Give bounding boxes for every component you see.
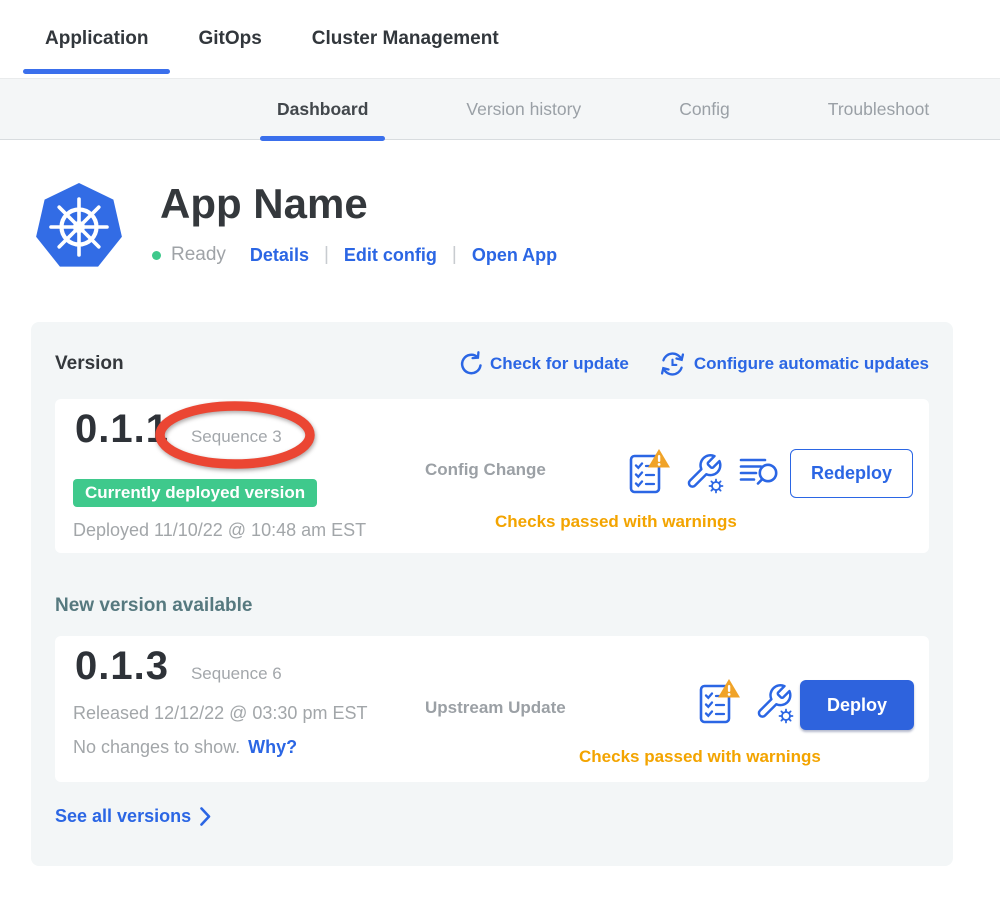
no-changes-row: No changes to show. Why? bbox=[73, 737, 297, 758]
preflight-checks-warning-icon[interactable] bbox=[627, 448, 671, 496]
preflight-status-text: Checks passed with warnings bbox=[579, 747, 821, 767]
nav-item-cluster-management[interactable]: Cluster Management bbox=[290, 0, 521, 78]
tab-config[interactable]: Config bbox=[662, 78, 747, 140]
no-changes-text: No changes to show. bbox=[73, 737, 240, 758]
current-version-row: 0.1.1 Sequence 3 bbox=[75, 407, 282, 452]
currently-deployed-badge: Currently deployed version bbox=[73, 479, 317, 507]
nav-item-label: GitOps bbox=[198, 28, 261, 50]
edit-config-wrench-icon[interactable] bbox=[682, 448, 728, 496]
preflight-checks-warning-icon[interactable] bbox=[697, 678, 741, 726]
details-link[interactable]: Details bbox=[250, 245, 309, 266]
edit-config-wrench-icon[interactable] bbox=[752, 678, 798, 726]
link-divider: | bbox=[324, 244, 329, 266]
current-version-card: 0.1.1 Sequence 3 Currently deployed vers… bbox=[55, 399, 929, 553]
current-version-sequence: Sequence 3 bbox=[191, 427, 282, 447]
tab-label: Troubleshoot bbox=[828, 99, 930, 120]
why-link[interactable]: Why? bbox=[248, 737, 297, 758]
primary-nav: Application GitOps Cluster Management bbox=[0, 0, 1000, 78]
available-version-row: 0.1.3 Sequence 6 bbox=[75, 644, 282, 689]
nav-item-gitops[interactable]: GitOps bbox=[176, 0, 283, 78]
chevron-right-icon bbox=[200, 807, 211, 826]
tab-version-history[interactable]: Version history bbox=[449, 78, 598, 140]
tab-troubleshoot[interactable]: Troubleshoot bbox=[811, 78, 947, 140]
release-action-icons bbox=[697, 678, 798, 726]
active-tab-underline bbox=[260, 136, 385, 141]
configure-automatic-updates-link[interactable]: Configure automatic updates bbox=[659, 350, 929, 378]
edit-config-link[interactable]: Edit config bbox=[344, 245, 437, 266]
redeploy-button[interactable]: Redeploy bbox=[790, 449, 913, 498]
status-text: Ready bbox=[171, 244, 226, 266]
deployed-timestamp: Deployed 11/10/22 @ 10:48 am EST bbox=[73, 520, 366, 541]
version-heading: Version bbox=[55, 353, 124, 375]
open-app-link[interactable]: Open App bbox=[472, 245, 557, 266]
configure-automatic-updates-label: Configure automatic updates bbox=[694, 354, 929, 374]
nav-item-application[interactable]: Application bbox=[23, 0, 170, 78]
tab-label: Version history bbox=[466, 99, 581, 120]
refresh-icon bbox=[457, 351, 482, 377]
tab-label: Dashboard bbox=[277, 99, 368, 120]
check-for-update-label: Check for update bbox=[490, 354, 629, 374]
new-version-available-heading: New version available bbox=[55, 595, 929, 617]
preflight-status-text: Checks passed with warnings bbox=[495, 512, 737, 532]
app-sub-nav: Dashboard Version history Config Trouble… bbox=[0, 78, 1000, 140]
active-tab-underline bbox=[23, 69, 170, 74]
auto-update-clock-icon bbox=[659, 350, 686, 378]
nav-item-label: Cluster Management bbox=[312, 28, 499, 50]
deploy-button[interactable]: Deploy bbox=[800, 680, 914, 730]
page-title: App Name bbox=[160, 180, 368, 228]
kubernetes-logo-icon bbox=[35, 182, 123, 271]
version-panel: Version Check for update bbox=[31, 322, 953, 866]
view-diff-icon[interactable] bbox=[739, 453, 779, 491]
nav-item-label: Application bbox=[45, 28, 148, 50]
page: Application GitOps Cluster Management Da… bbox=[0, 0, 1000, 898]
version-actions: Check for update Configure automatic upd… bbox=[457, 350, 929, 378]
version-panel-header: Version Check for update bbox=[55, 350, 929, 378]
current-version-number: 0.1.1 bbox=[75, 407, 169, 452]
tab-label: Config bbox=[679, 99, 730, 120]
app-status-row: Ready Details | Edit config | Open App bbox=[152, 243, 557, 267]
available-version-number: 0.1.3 bbox=[75, 644, 169, 689]
see-all-versions-link[interactable]: See all versions bbox=[55, 806, 929, 827]
available-version-card: 0.1.3 Sequence 6 Released 12/12/22 @ 03:… bbox=[55, 636, 929, 782]
status-ready-dot-icon bbox=[152, 251, 161, 260]
release-action-icons bbox=[627, 448, 779, 496]
link-divider: | bbox=[452, 244, 457, 266]
tab-dashboard[interactable]: Dashboard bbox=[260, 78, 385, 140]
see-all-versions-label: See all versions bbox=[55, 806, 191, 827]
release-source-label: Config Change bbox=[425, 460, 546, 480]
available-version-sequence: Sequence 6 bbox=[191, 664, 282, 684]
released-timestamp: Released 12/12/22 @ 03:30 pm EST bbox=[73, 703, 367, 724]
release-source-label: Upstream Update bbox=[425, 698, 566, 718]
check-for-update-link[interactable]: Check for update bbox=[457, 351, 629, 377]
